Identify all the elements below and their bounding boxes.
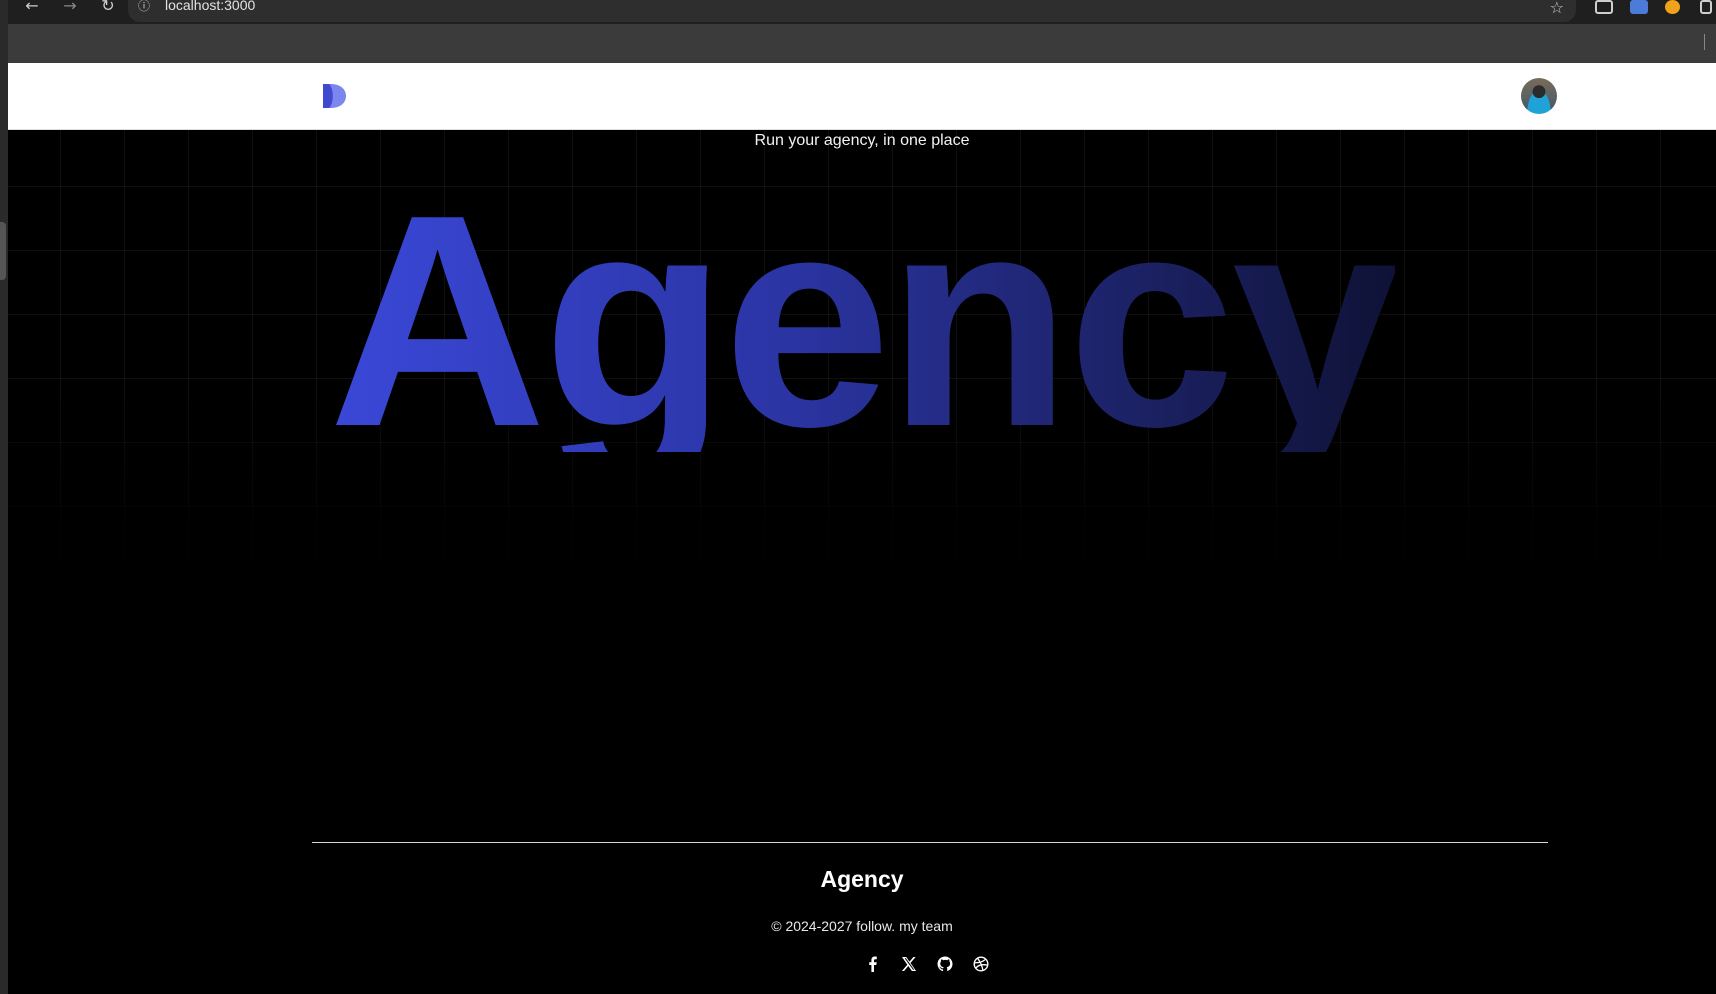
strip-divider bbox=[1704, 34, 1705, 50]
address-bar[interactable]: ⓘ localhost:3000 ☆ bbox=[128, 0, 1576, 22]
side-panel-handle[interactable] bbox=[0, 222, 6, 280]
github-icon[interactable] bbox=[934, 953, 956, 975]
extension-orange-icon[interactable] bbox=[1665, 0, 1680, 14]
dribbble-icon[interactable] bbox=[970, 953, 992, 975]
social-links bbox=[862, 953, 1002, 977]
user-avatar[interactable] bbox=[1521, 78, 1557, 114]
x-icon[interactable] bbox=[898, 953, 920, 975]
facebook-icon[interactable] bbox=[862, 953, 884, 975]
hero-headline: Agency bbox=[329, 170, 1400, 452]
footer-copyright: © 2024-2027 follow. my team bbox=[771, 918, 953, 934]
hero-tagline: Run your agency, in one place bbox=[754, 132, 970, 149]
url-text[interactable]: localhost:3000 bbox=[165, 0, 255, 13]
hero-headline-wrap: Agency bbox=[8, 170, 1716, 452]
window-left-edge bbox=[0, 0, 8, 994]
browser-bookmark-strip bbox=[0, 24, 1716, 63]
site-header bbox=[8, 63, 1716, 130]
logo-icon[interactable] bbox=[321, 83, 347, 109]
bookmark-star-icon[interactable]: ☆ bbox=[1550, 0, 1564, 17]
hero-section: Run your agency, in one place Agency bbox=[8, 130, 1716, 994]
reload-button[interactable]: ↻ bbox=[96, 0, 120, 18]
extension-translate-icon[interactable] bbox=[1630, 0, 1648, 14]
site-info-icon[interactable]: ⓘ bbox=[136, 0, 152, 14]
forward-button[interactable]: → bbox=[58, 0, 82, 18]
footer-divider bbox=[312, 842, 1548, 843]
back-button[interactable]: ← bbox=[20, 0, 44, 18]
footer-title: Agency bbox=[820, 866, 904, 892]
extension-screen-icon[interactable] bbox=[1595, 0, 1613, 14]
extension-puzzle-icon[interactable] bbox=[1700, 0, 1712, 14]
